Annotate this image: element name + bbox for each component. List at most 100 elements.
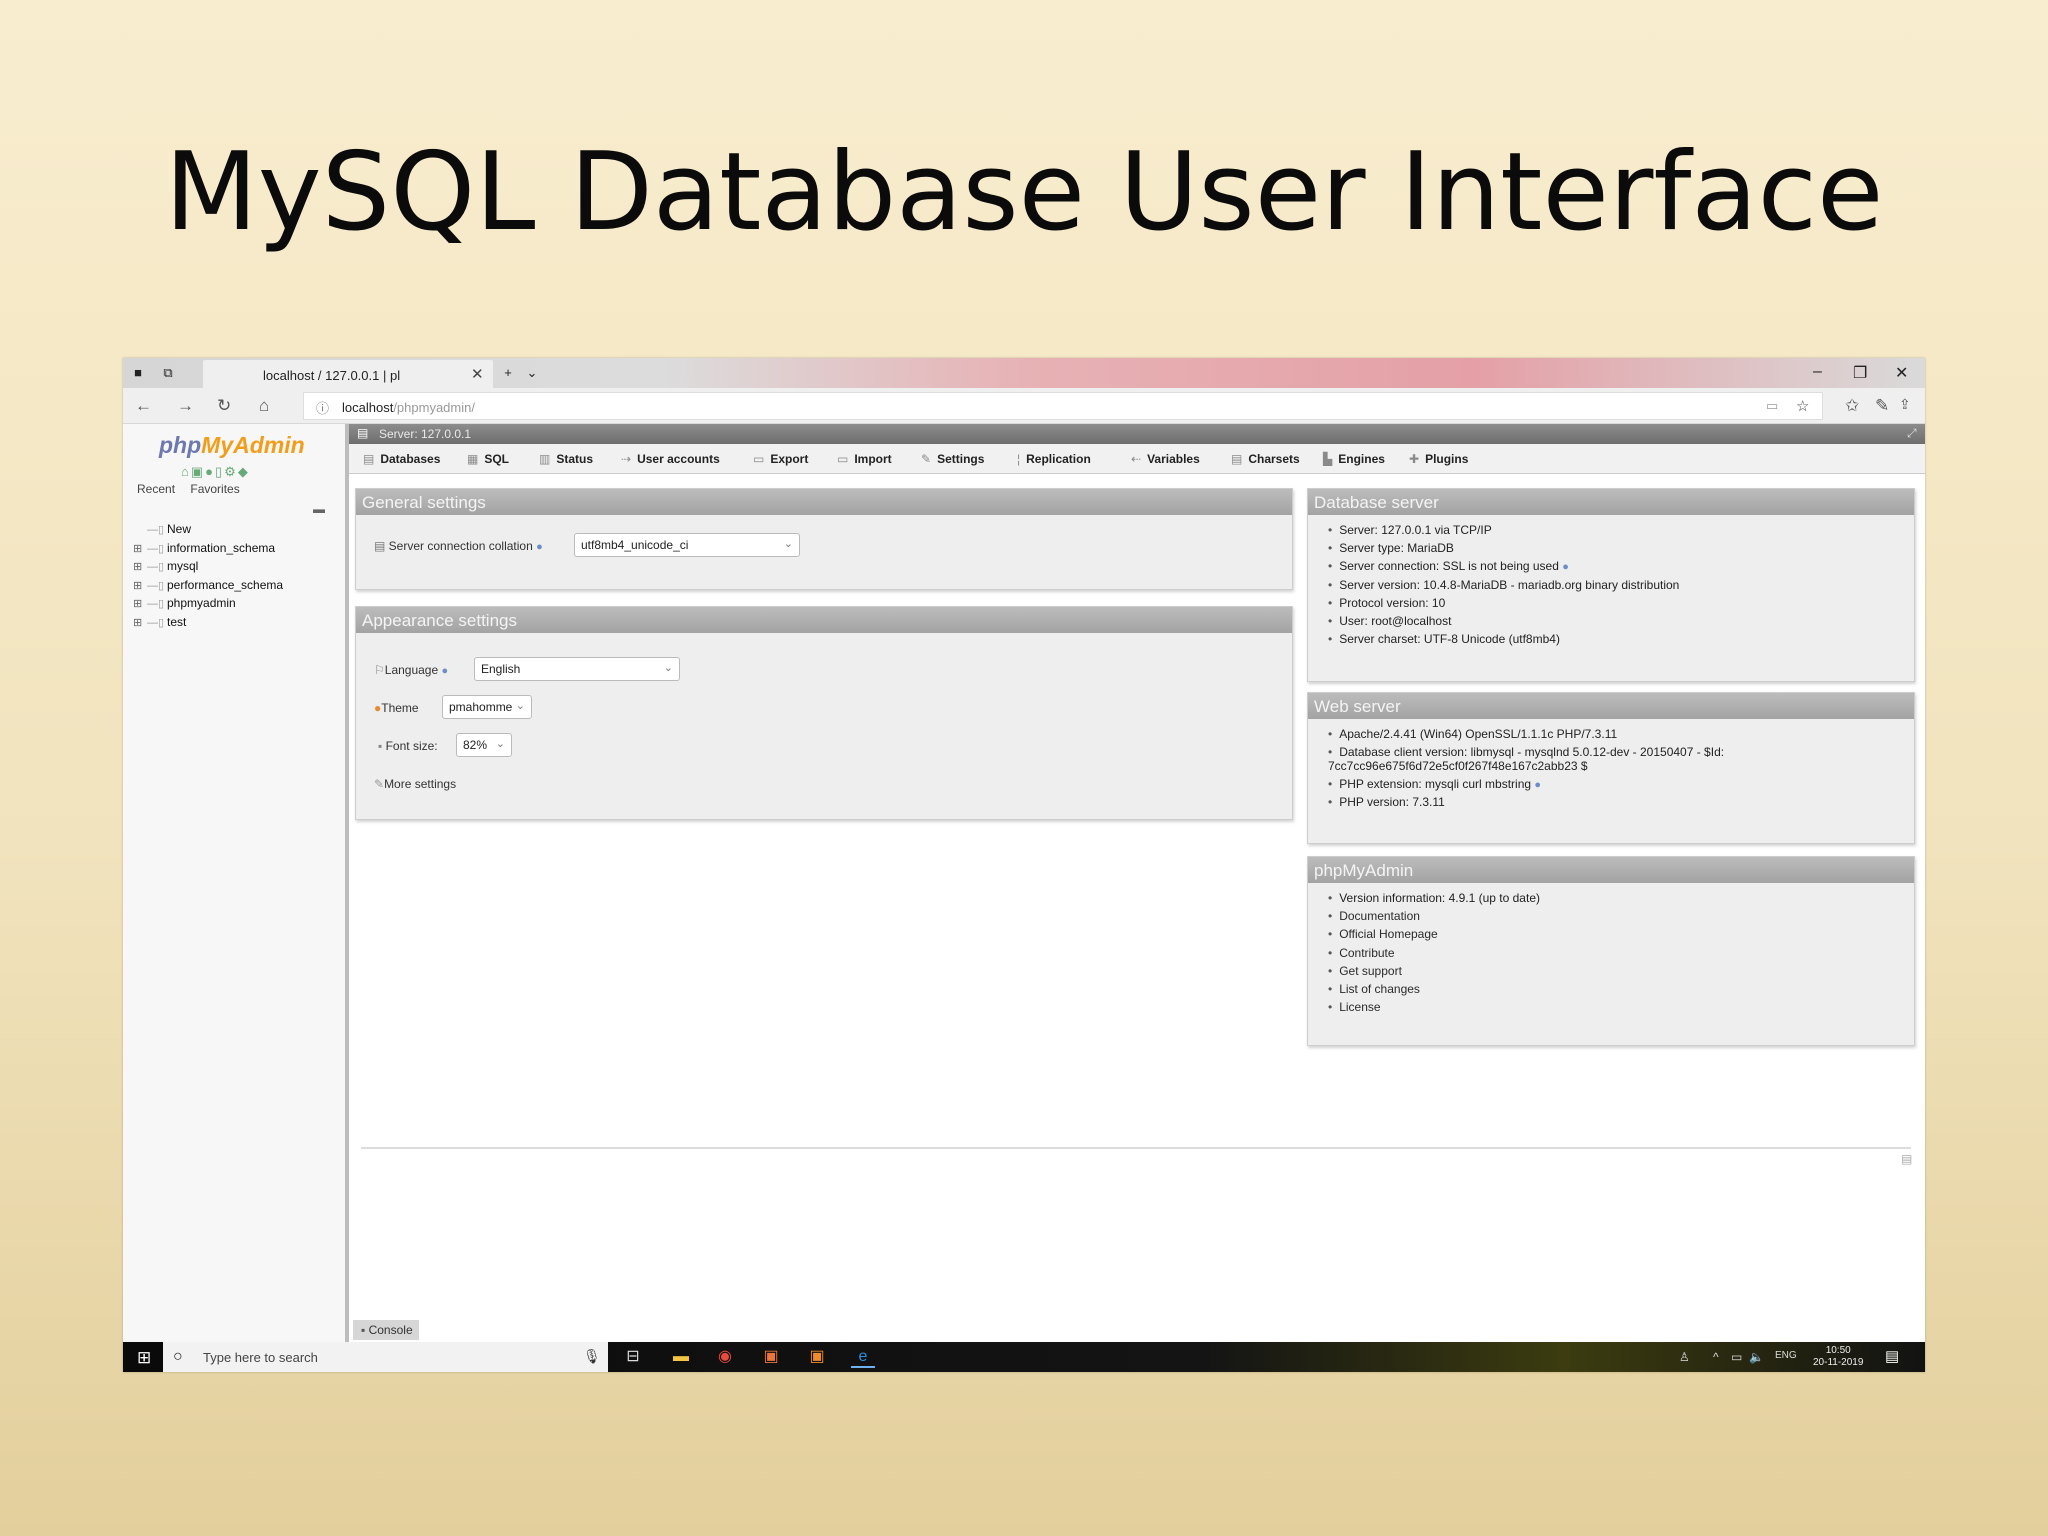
server-label[interactable]: Server: 127.0.0.1 bbox=[379, 427, 471, 441]
chrome-icon[interactable]: ◉ bbox=[713, 1346, 737, 1368]
tab-title: localhost / 127.0.0.1 | pl bbox=[263, 368, 401, 383]
phpmyadmin-logo[interactable]: phpMyAdmin bbox=[159, 432, 305, 459]
new-tab-icon[interactable]: + bbox=[499, 364, 517, 382]
expand-icon[interactable]: ⊞ bbox=[133, 542, 147, 555]
license-link[interactable]: License bbox=[1328, 1000, 1914, 1018]
back-icon[interactable]: ← bbox=[135, 396, 152, 416]
tab-databases[interactable]: ▤ Databases bbox=[363, 452, 440, 466]
task-view-icon[interactable]: ⊟ bbox=[621, 1346, 645, 1368]
language-indicator[interactable]: ENG bbox=[1775, 1350, 1797, 1361]
scroll-to-top-icon[interactable]: ▤ bbox=[1901, 1152, 1912, 1166]
new-db-icon: —▯ bbox=[147, 524, 165, 536]
tab-settings[interactable]: ✎ Settings bbox=[921, 452, 984, 466]
site-info-icon[interactable]: ⓘ bbox=[316, 398, 329, 417]
phpmyadmin-panel-title: phpMyAdmin bbox=[1308, 857, 1914, 883]
list-item: PHP extension: mysqli curl mbstring ● bbox=[1328, 777, 1914, 795]
tab-export[interactable]: ▭ Export bbox=[753, 452, 808, 466]
xampp-icon[interactable]: ▣ bbox=[805, 1346, 829, 1368]
get-support-link[interactable]: Get support bbox=[1328, 964, 1914, 982]
tab-list-chevron-icon[interactable]: ⌄ bbox=[523, 364, 541, 382]
favorite-star-icon[interactable]: ☆ bbox=[1796, 397, 1809, 415]
sidebar-quick-icons: ⌂▣●▯⚙◆ bbox=[181, 464, 250, 480]
maximize-icon[interactable]: ⤢ bbox=[1907, 426, 1917, 441]
collapse-all-icon[interactable]: ▬ bbox=[313, 502, 325, 516]
taskbar-search-input[interactable]: ○ Type here to search 🎙 bbox=[163, 1342, 608, 1372]
browser-tab[interactable]: localhost / 127.0.0.1 | pl ✕ bbox=[203, 360, 493, 388]
microphone-icon[interactable]: 🎙 bbox=[583, 1348, 601, 1365]
close-window-icon[interactable]: ✕ bbox=[1895, 363, 1908, 383]
restore-icon[interactable]: ❐ bbox=[1853, 363, 1867, 383]
tree-item-test[interactable]: ⊞ —▯ test bbox=[133, 615, 283, 634]
refresh-icon[interactable]: ↻ bbox=[217, 396, 231, 416]
share-icon[interactable]: ⇪ bbox=[1899, 396, 1911, 413]
help-icon[interactable]: ● bbox=[1534, 779, 1541, 791]
minimize-icon[interactable]: – bbox=[1813, 363, 1822, 381]
edge-icon[interactable]: e bbox=[851, 1346, 875, 1368]
logout-icon[interactable]: ▣ bbox=[191, 464, 205, 479]
reading-view-icon[interactable]: ▭ bbox=[1766, 398, 1778, 414]
language-select[interactable]: English ⌄ bbox=[474, 657, 680, 681]
help-icon[interactable]: ● bbox=[442, 665, 449, 677]
tab-import[interactable]: ▭ Import bbox=[837, 452, 892, 466]
settings-icon[interactable]: ⚙ bbox=[224, 464, 238, 479]
list-of-changes-link[interactable]: List of changes bbox=[1328, 982, 1914, 1000]
expand-icon[interactable]: ⊞ bbox=[133, 579, 147, 592]
tab-charsets[interactable]: ▤ Charsets bbox=[1231, 452, 1300, 466]
content-divider bbox=[361, 1147, 1911, 1149]
tree-item-new[interactable]: —▯ New bbox=[133, 522, 283, 541]
tab-status[interactable]: ▥ Status bbox=[539, 452, 593, 466]
replication-icon: ¦ bbox=[1017, 452, 1021, 466]
notes-pen-icon[interactable]: ✎ bbox=[1875, 396, 1889, 416]
tab-user-accounts[interactable]: ⇢ User accounts bbox=[621, 452, 720, 466]
network-icon[interactable]: ▭ bbox=[1731, 1350, 1742, 1364]
favorites-hub-icon[interactable]: ✩ bbox=[1845, 396, 1859, 416]
expand-icon[interactable]: ⊞ bbox=[133, 616, 147, 629]
help-icon[interactable]: ● bbox=[205, 464, 215, 479]
help-icon[interactable]: ● bbox=[536, 541, 543, 553]
list-item: Database client version: libmysql - mysq… bbox=[1328, 745, 1748, 777]
people-icon[interactable]: ♙ bbox=[1679, 1350, 1690, 1364]
reload-icon[interactable]: ◆ bbox=[238, 464, 250, 479]
theme-label: ●Theme bbox=[374, 701, 419, 715]
url-input[interactable]: ⓘ localhost/phpmyadmin/ ▭ ☆ bbox=[303, 392, 1823, 420]
more-settings-link[interactable]: ✎More settings bbox=[374, 777, 456, 791]
taskbar-clock[interactable]: 10:50 20-11-2019 bbox=[1813, 1345, 1863, 1369]
tree-item-information-schema[interactable]: ⊞ —▯ information_schema bbox=[133, 541, 283, 560]
contribute-link[interactable]: Contribute bbox=[1328, 946, 1914, 964]
expand-icon[interactable]: ⊞ bbox=[133, 560, 147, 573]
tab-replication[interactable]: ¦ Replication bbox=[1017, 452, 1091, 466]
forward-icon[interactable]: → bbox=[177, 396, 194, 416]
database-icon: —▯ bbox=[147, 542, 165, 555]
console-toggle[interactable]: ▪ Console bbox=[353, 1320, 419, 1340]
home-icon[interactable]: ⌂ bbox=[259, 396, 269, 416]
home-icon[interactable]: ⌂ bbox=[181, 464, 191, 479]
list-item: Server charset: UTF-8 Unicode (utf8mb4) bbox=[1328, 632, 1914, 650]
tab-preview-icon[interactable]: ⧉ bbox=[159, 364, 177, 382]
help-icon[interactable]: ● bbox=[1562, 561, 1569, 573]
collation-select[interactable]: utf8mb4_unicode_ci ⌄ bbox=[574, 533, 800, 557]
powerpoint-icon[interactable]: ▣ bbox=[759, 1346, 783, 1368]
file-explorer-icon[interactable]: ▬ bbox=[669, 1346, 693, 1368]
tab-plugins[interactable]: ✚ Plugins bbox=[1409, 452, 1468, 466]
expand-icon[interactable]: ⊞ bbox=[133, 597, 147, 610]
official-homepage-link[interactable]: Official Homepage bbox=[1328, 927, 1914, 945]
notifications-icon[interactable]: ▤ bbox=[1885, 1347, 1899, 1365]
tray-chevron-icon[interactable]: ^ bbox=[1713, 1350, 1719, 1364]
tab-actions-icon[interactable]: ■ bbox=[129, 364, 147, 382]
theme-select[interactable]: pmahomme ⌄ bbox=[442, 695, 532, 719]
font-size-select[interactable]: 82% ⌄ bbox=[456, 733, 512, 757]
charsets-icon: ▤ bbox=[1231, 452, 1243, 466]
docs-icon[interactable]: ▯ bbox=[215, 464, 224, 479]
tab-favorites[interactable]: Favorites bbox=[190, 482, 239, 496]
tab-close-icon[interactable]: ✕ bbox=[471, 365, 484, 383]
tab-engines[interactable]: ▙ Engines bbox=[1323, 452, 1385, 466]
tab-sql[interactable]: ▦ SQL bbox=[467, 452, 509, 466]
tree-item-performance-schema[interactable]: ⊞ —▯ performance_schema bbox=[133, 578, 283, 597]
tab-recent[interactable]: Recent bbox=[137, 482, 175, 496]
volume-icon[interactable]: 🔈 bbox=[1749, 1350, 1764, 1364]
documentation-link[interactable]: Documentation bbox=[1328, 909, 1914, 927]
windows-start-icon[interactable]: ⊞ bbox=[137, 1348, 151, 1368]
tab-variables[interactable]: ⇠ Variables bbox=[1131, 452, 1200, 466]
tree-item-mysql[interactable]: ⊞ —▯ mysql bbox=[133, 559, 283, 578]
tree-item-phpmyadmin[interactable]: ⊞ —▯ phpmyadmin bbox=[133, 596, 283, 615]
